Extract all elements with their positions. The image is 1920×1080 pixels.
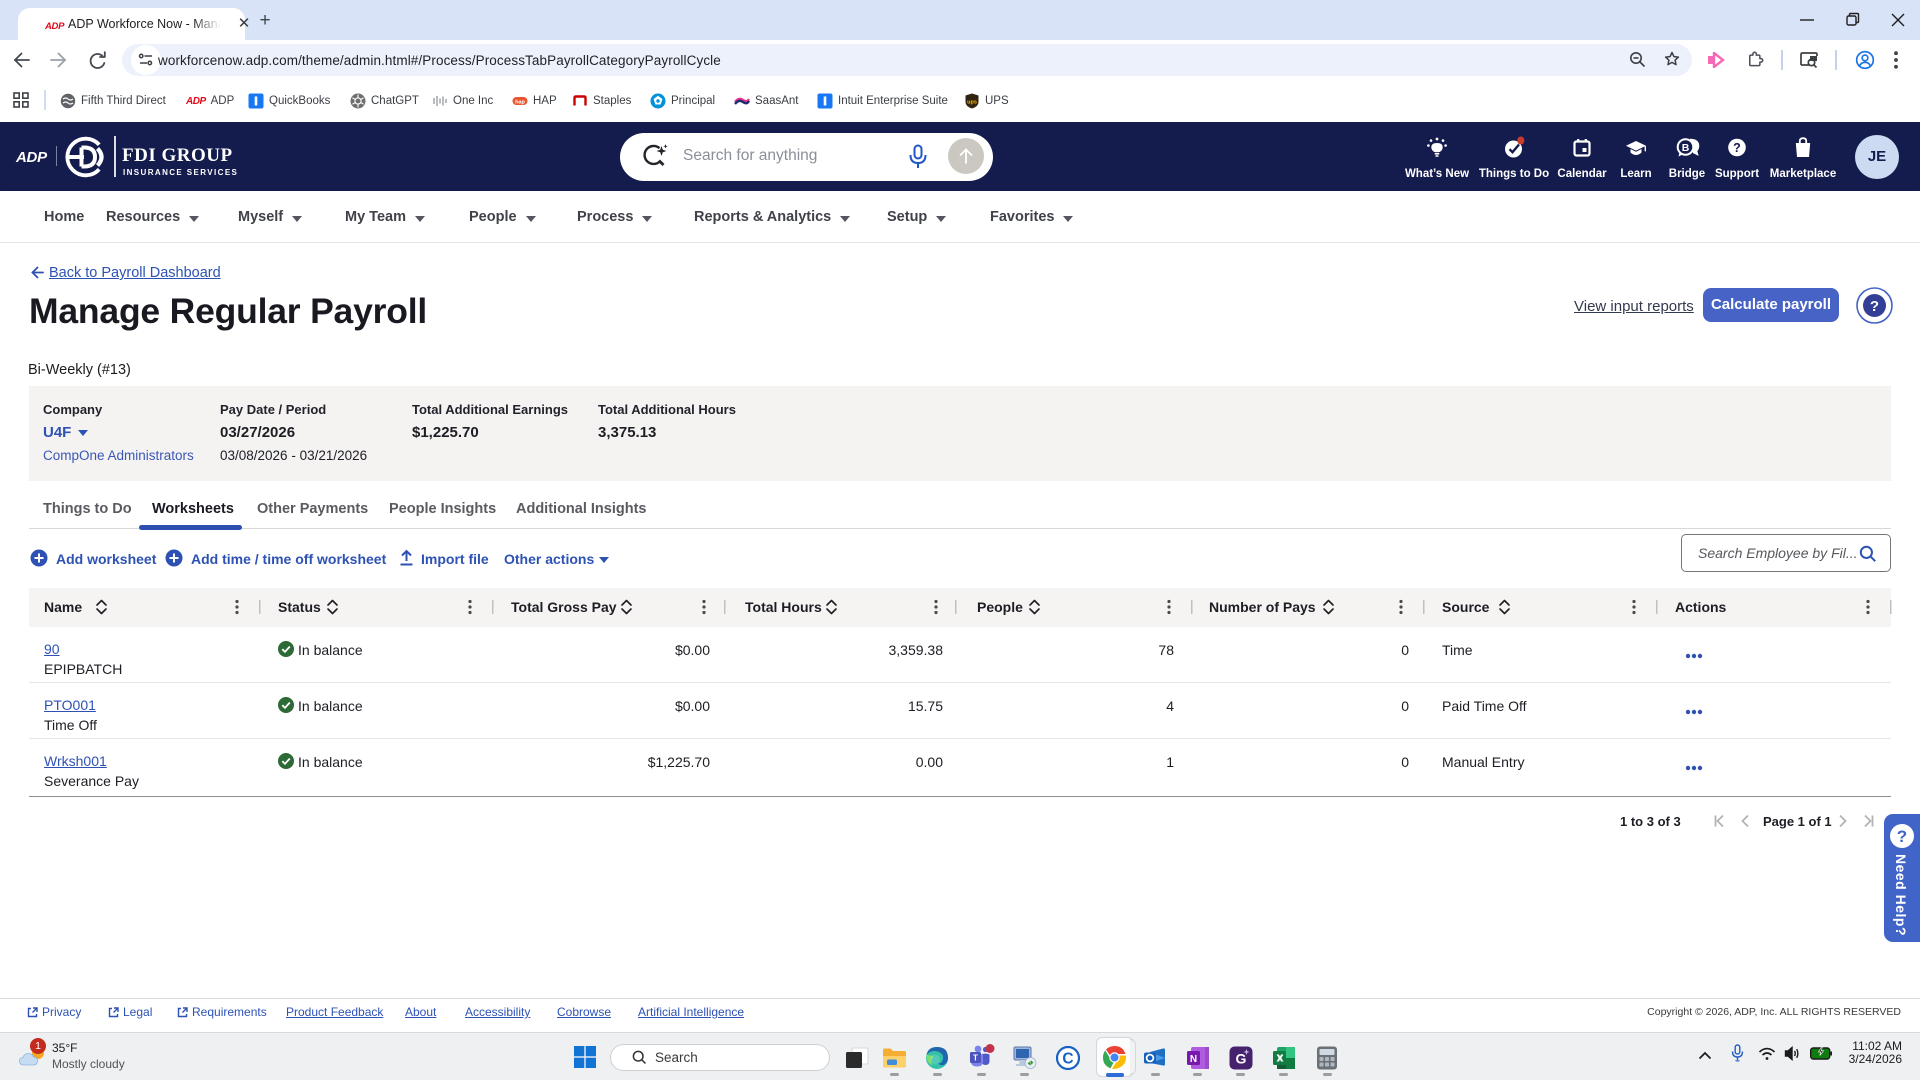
svg-text:hap: hap bbox=[515, 100, 525, 106]
svg-text:ups: ups bbox=[967, 100, 977, 106]
svg-text:G: G bbox=[1236, 1051, 1247, 1067]
svg-text:?: ? bbox=[1733, 141, 1741, 155]
svg-text:T: T bbox=[973, 1054, 978, 1063]
svg-text:C: C bbox=[1062, 1051, 1073, 1068]
svg-text:?: ? bbox=[1870, 298, 1879, 315]
svg-text:N: N bbox=[1190, 1054, 1197, 1065]
svg-text:?: ? bbox=[1897, 827, 1907, 846]
svg-text:B: B bbox=[1681, 142, 1689, 154]
